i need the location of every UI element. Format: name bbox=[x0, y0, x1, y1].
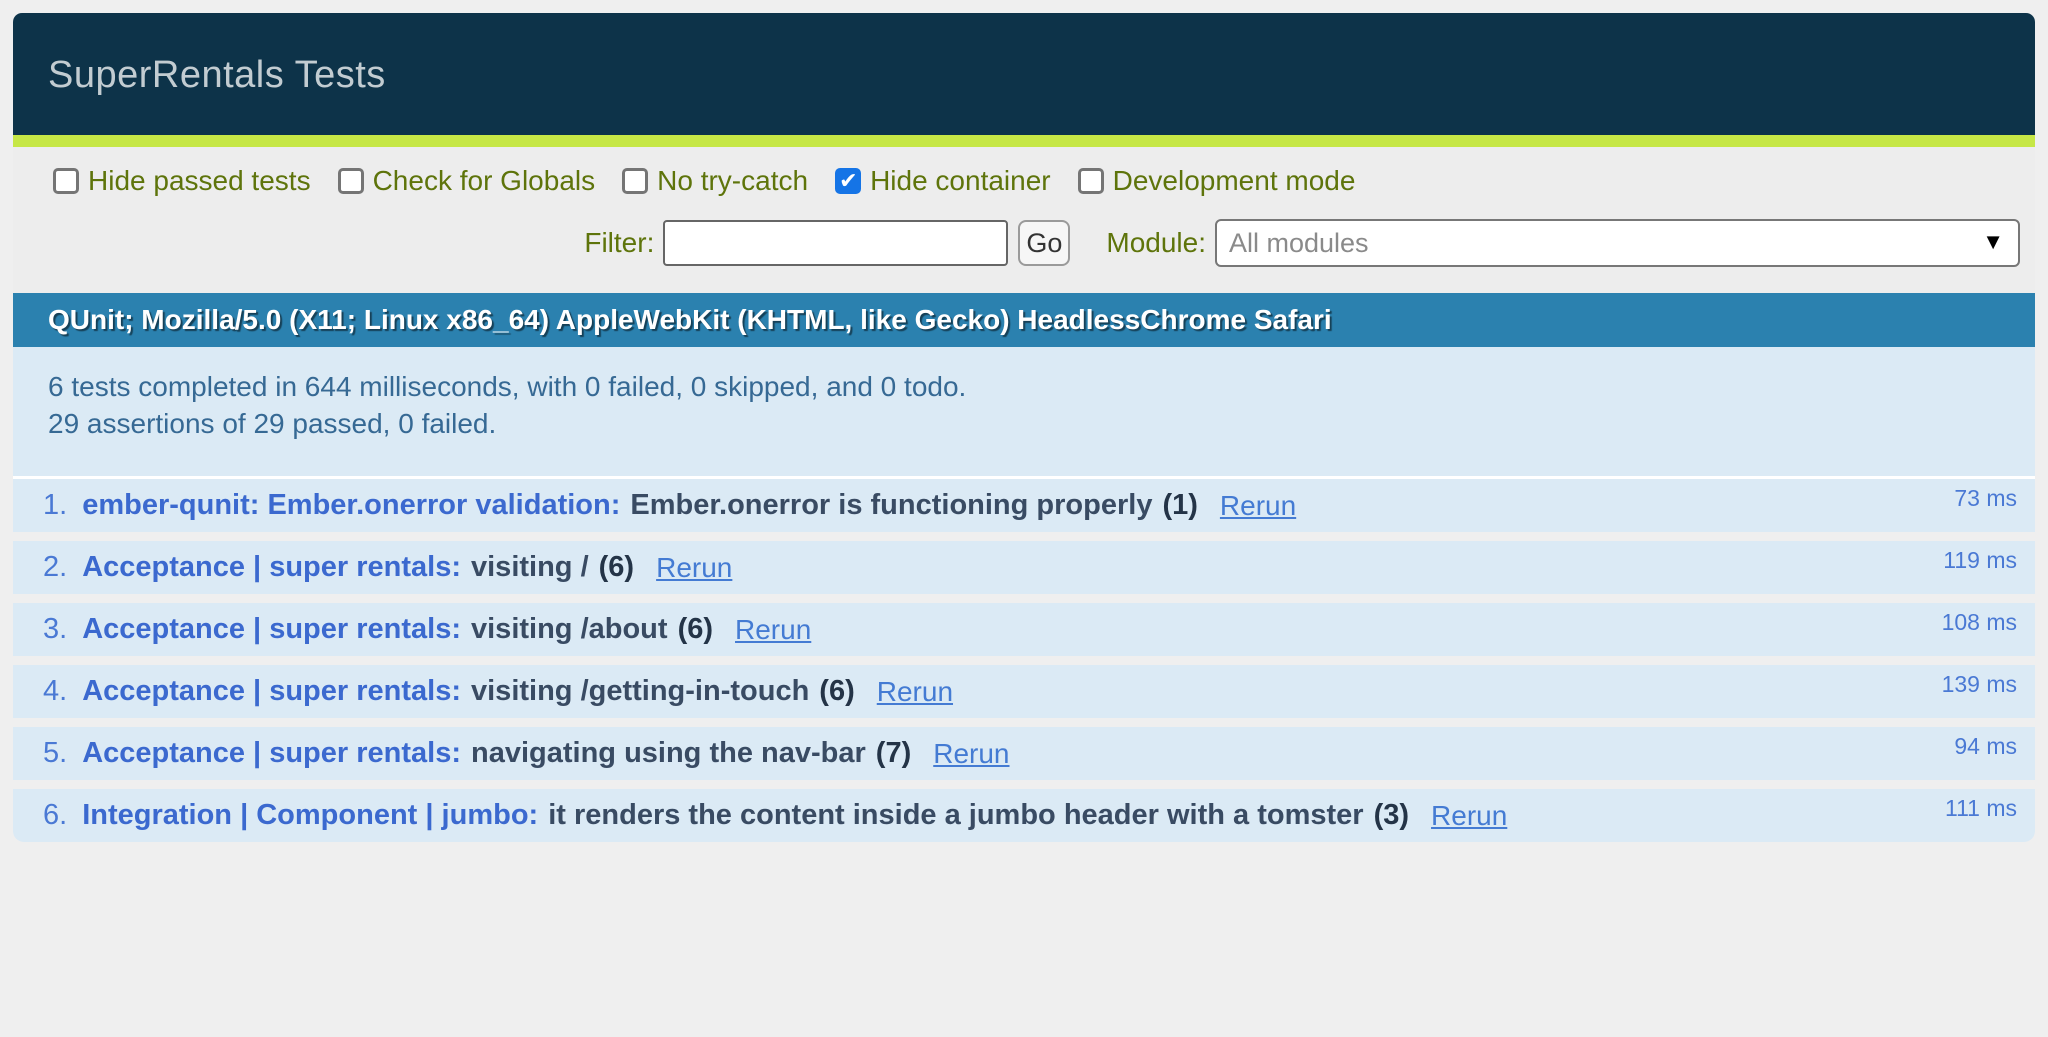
qunit-container: SuperRentals Tests ✔ Hide passed tests ✔… bbox=[13, 13, 2035, 842]
assertion-counts: (6) bbox=[598, 551, 635, 583]
test-row: 6. Integration | Component | jumbo: it r… bbox=[13, 789, 2035, 842]
checkbox-label: Check for Globals bbox=[372, 165, 596, 196]
module-name: Acceptance | super rentals: bbox=[82, 737, 461, 769]
test-runtime: 73 ms bbox=[1954, 485, 2017, 511]
filter-row: Filter: Go Module: All modules ▼ bbox=[53, 219, 2020, 267]
go-button[interactable]: Go bbox=[1018, 220, 1071, 266]
page-title: SuperRentals Tests bbox=[13, 13, 2035, 135]
test-number: 5. bbox=[43, 737, 68, 769]
checkbox-hide-passed-tests[interactable]: ✔ Hide passed tests bbox=[53, 165, 311, 197]
module-select-wrap: All modules ▼ bbox=[1215, 219, 2020, 267]
summary-line-completed: 6 tests completed in 644 milliseconds, w… bbox=[48, 371, 967, 402]
test-number: 4. bbox=[43, 675, 68, 707]
module-label: Module: bbox=[1106, 227, 1206, 258]
rerun-link[interactable]: Rerun bbox=[933, 738, 1009, 770]
test-name[interactable]: visiting /getting-in-touch bbox=[471, 675, 809, 708]
test-name[interactable]: Ember.onerror is functioning properly bbox=[630, 489, 1152, 522]
module-select[interactable]: All modules bbox=[1215, 219, 2020, 267]
checkbox-no-try-catch[interactable]: ✔ No try-catch bbox=[622, 165, 808, 197]
test-runtime: 139 ms bbox=[1941, 671, 2017, 697]
useragent-banner: QUnit; Mozilla/5.0 (X11; Linux x86_64) A… bbox=[13, 293, 2035, 347]
testrunner-toolbar: ✔ Hide passed tests ✔ Check for Globals … bbox=[13, 147, 2035, 293]
module-name: Integration | Component | jumbo: bbox=[82, 799, 539, 831]
test-name[interactable]: visiting / bbox=[471, 551, 589, 584]
test-row: 3. Acceptance | super rentals: visiting … bbox=[13, 603, 2035, 656]
assertion-counts: (1) bbox=[1162, 489, 1198, 521]
rerun-link[interactable]: Rerun bbox=[1431, 800, 1507, 832]
test-name[interactable]: visiting /about bbox=[471, 613, 668, 646]
test-number: 2. bbox=[43, 551, 68, 583]
checkbox-box[interactable]: ✔ bbox=[337, 168, 364, 194]
assertion-counts: (3) bbox=[1373, 799, 1410, 831]
module-name: Acceptance | super rentals: bbox=[82, 551, 461, 583]
checkbox-label: No try-catch bbox=[657, 165, 809, 196]
test-result-summary: 6 tests completed in 644 milliseconds, w… bbox=[13, 347, 2035, 479]
rerun-link[interactable]: Rerun bbox=[1220, 490, 1296, 522]
test-list: 1. ember-qunit: Ember.onerror validation… bbox=[13, 479, 2035, 842]
rerun-link[interactable]: Rerun bbox=[877, 676, 953, 708]
assertion-counts: (7) bbox=[875, 737, 912, 769]
summary-line-assertions: 29 assertions of 29 passed, 0 failed. bbox=[48, 408, 497, 439]
test-row: 5. Acceptance | super rentals: navigatin… bbox=[13, 727, 2035, 780]
checkbox-development-mode[interactable]: ✔ Development mode bbox=[1077, 165, 1356, 197]
test-row: 4. Acceptance | super rentals: visiting … bbox=[13, 665, 2035, 718]
checkbox-label: Development mode bbox=[1112, 165, 1356, 196]
checkbox-box[interactable]: ✔ bbox=[53, 168, 79, 194]
module-name: Acceptance | super rentals: bbox=[82, 675, 461, 707]
test-runtime: 111 ms bbox=[1944, 795, 2017, 821]
test-name[interactable]: navigating using the nav-bar bbox=[471, 737, 866, 770]
test-number: 3. bbox=[43, 613, 68, 645]
filter-label: Filter: bbox=[584, 227, 655, 258]
checkbox-label: Hide passed tests bbox=[88, 165, 311, 196]
checkbox-check-for-globals[interactable]: ✔ Check for Globals bbox=[337, 165, 596, 197]
checkbox-hide-container[interactable]: ✔ Hide container bbox=[835, 165, 1051, 197]
checkbox-row: ✔ Hide passed tests ✔ Check for Globals … bbox=[53, 165, 2020, 197]
test-runtime: 94 ms bbox=[1954, 733, 2017, 759]
test-row: 1. ember-qunit: Ember.onerror validation… bbox=[13, 479, 2035, 532]
checkbox-box[interactable]: ✔ bbox=[1077, 168, 1104, 194]
assertion-counts: (6) bbox=[677, 613, 714, 645]
test-runtime: 119 ms bbox=[1943, 547, 2017, 573]
rerun-link[interactable]: Rerun bbox=[656, 552, 732, 584]
filter-input[interactable] bbox=[663, 220, 1009, 266]
pass-status-bar bbox=[13, 135, 2035, 147]
test-name[interactable]: it renders the content inside a jumbo he… bbox=[548, 799, 1363, 832]
rerun-link[interactable]: Rerun bbox=[735, 614, 811, 646]
checkbox-label: Hide container bbox=[870, 165, 1051, 196]
checkbox-box[interactable]: ✔ bbox=[835, 168, 862, 194]
test-runtime: 108 ms bbox=[1941, 609, 2017, 635]
module-name: Acceptance | super rentals: bbox=[82, 613, 461, 645]
test-number: 1. bbox=[43, 489, 68, 521]
checkmark-icon: ✔ bbox=[839, 168, 858, 193]
module-name: ember-qunit: Ember.onerror validation: bbox=[82, 489, 621, 521]
checkbox-box[interactable]: ✔ bbox=[622, 168, 649, 194]
test-number: 6. bbox=[43, 799, 68, 831]
test-row: 2. Acceptance | super rentals: visiting … bbox=[13, 541, 2035, 594]
assertion-counts: (6) bbox=[819, 675, 855, 707]
